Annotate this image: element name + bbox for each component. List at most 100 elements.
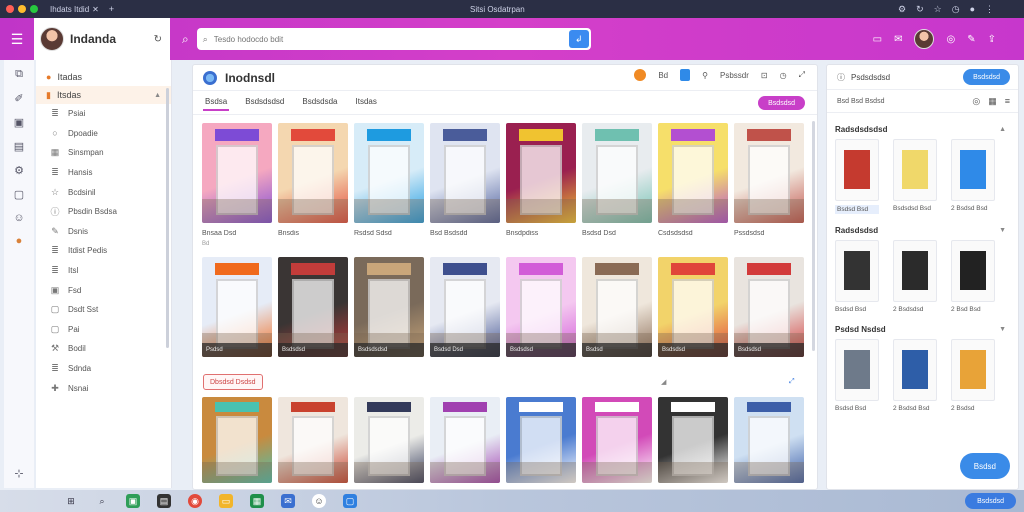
list-view-icon[interactable]: ≡ [1005,96,1010,107]
filter-label[interactable]: Bsd Bsd Bsdsd [837,98,884,105]
filter-icon[interactable]: ⚲ [702,71,708,80]
sidebar-item[interactable]: ▦ Sinsmpan [36,143,171,163]
right-item-thumbnail[interactable] [893,240,937,302]
tab-1[interactable]: Bsdsdsdsd [243,94,286,111]
product-thumbnail[interactable]: Bsdsdsd [734,257,804,357]
right-item[interactable]: Bsdsd Bsd [835,339,879,412]
sidebar-head[interactable]: ● Itadas [36,68,171,86]
sidebar-scrollbar[interactable] [166,88,169,348]
calendar-icon[interactable]: ▣ [14,116,24,129]
section-tag[interactable]: Dbsdsd Dsdsd [203,374,263,390]
action-pill-button[interactable]: Bsdsdsd [758,96,805,110]
search-input[interactable] [213,34,554,44]
product-thumbnail[interactable]: Bsdsdsdsd [354,257,424,357]
orange-tool-icon[interactable] [634,69,647,81]
assistant-icon[interactable]: ☺ [312,494,326,508]
right-item-thumbnail[interactable] [951,240,995,302]
right-primary-button[interactable]: Bsdsdsd [963,69,1010,85]
sidebar-item[interactable]: ≣ Sdnda [36,359,171,379]
right-item-thumbnail[interactable] [951,139,995,201]
sidebar-item[interactable]: ≣ Itdist Pedis [36,241,171,261]
browser-tab[interactable]: Ihdats Itdid ✕ [50,5,99,14]
tool-label-b[interactable]: Psbssdr [720,71,749,80]
product-card[interactable] [354,397,424,489]
sidebar-item[interactable]: ☆ Bcdsinil [36,182,171,202]
product-card[interactable]: Bnsdis [278,123,348,249]
product-card[interactable]: Bsdsdsdsd [354,257,424,357]
right-item[interactable]: 2 Bsdsd [951,339,995,412]
sidebar-item[interactable]: ≣ Hansis [36,163,171,183]
product-thumbnail[interactable] [202,397,272,483]
right-item-thumbnail[interactable] [893,139,937,201]
close-window-button[interactable] [6,5,14,13]
product-thumbnail[interactable]: Bsdsdsd [278,257,348,357]
sidebar-item[interactable]: ✚ Nsnai [36,378,171,398]
sidebar-item[interactable]: ≣ Psiai [36,104,171,124]
tool-label-a[interactable]: Bd [658,71,668,80]
new-tab-icon[interactable]: + [109,4,114,14]
product-thumbnail[interactable] [430,123,500,223]
expand-icon[interactable]: ⤢ [799,70,805,80]
minimize-window-button[interactable] [18,5,26,13]
right-section-title[interactable]: Radsdsdsd ▼ [827,220,1018,240]
brush-icon[interactable]: ✐ [14,92,23,105]
chat-icon[interactable]: ◎ [946,34,955,45]
chevron-icon[interactable]: ▼ [999,326,1006,333]
section-action-icon[interactable]: ⤢ [789,378,795,386]
product-thumbnail[interactable] [506,123,576,223]
hamburger-menu-icon[interactable]: ☰ [0,18,34,60]
main-scrollbar[interactable] [812,121,815,351]
share-icon[interactable]: ⇪ [988,34,996,45]
browser-icon[interactable]: ◉ [188,494,202,508]
right-item[interactable]: 2 Bsd Bsd [951,240,995,313]
refresh-icon[interactable]: ↻ [916,4,924,15]
sort-icon[interactable]: ◎ [972,96,980,107]
product-thumbnail[interactable] [658,397,728,483]
sidebar-item[interactable]: ○ Dpoadie [36,124,171,144]
product-card[interactable]: Psdsd [202,257,272,357]
message-icon[interactable]: ▢ [14,188,24,201]
right-item-thumbnail[interactable] [835,139,879,201]
product-card[interactable]: Bsd Bsdsdd [430,123,500,249]
sidebar-item[interactable]: ⚒ Bodil [36,339,171,359]
link-icon[interactable]: ⊡ [761,71,768,80]
notifications-icon[interactable]: ✉ [894,34,902,45]
product-thumbnail[interactable] [354,397,424,483]
right-item[interactable]: Bsdsd Bsd [835,139,879,214]
product-thumbnail[interactable] [658,123,728,223]
sidebar-item[interactable]: ▢ Dsdt Sst [36,300,171,320]
product-thumbnail[interactable]: Psdsd [202,257,272,357]
product-thumbnail[interactable]: Bsdsd [582,257,652,357]
right-item[interactable]: Bsdsdsd Bsd [893,139,937,214]
sidebar-item[interactable]: ▢ Pai [36,320,171,340]
right-section-title[interactable]: Radsdsdsdsd ▲ [827,119,1018,139]
smile-icon[interactable]: ☺ [13,212,24,224]
add-icon[interactable]: ⊹ [14,467,23,480]
right-item[interactable]: 2 Bsdsd Bsd [951,139,995,214]
product-card[interactable]: Rsdsd Sdsd [354,123,424,249]
product-card[interactable]: Bsdsdsd [506,257,576,357]
tab-close-icon[interactable]: ✕ [92,5,99,14]
product-thumbnail[interactable] [734,397,804,483]
taskbar-search-icon[interactable]: ⌕ [95,494,109,508]
video-icon[interactable]: ▭ [873,34,882,45]
document-icon[interactable]: ▤ [14,140,24,153]
product-card[interactable]: Bsdsdsd [658,257,728,357]
right-item-thumbnail[interactable] [951,339,995,401]
mail-icon[interactable]: ✉ [281,494,295,508]
product-card[interactable]: Bnsdpdiss [506,123,576,249]
product-card[interactable]: Bsdsd Dsd [582,123,652,249]
app-green-icon[interactable]: ▣ [126,494,140,508]
product-card[interactable]: Bsdsdsd [734,257,804,357]
product-thumbnail[interactable]: Bsdsdsd [506,257,576,357]
chevron-up-icon[interactable]: ▲ [154,92,161,99]
product-thumbnail[interactable] [506,397,576,483]
search-submit-button[interactable]: ↲ [568,30,589,48]
chevron-icon[interactable]: ▼ [999,227,1006,234]
sidebar-item[interactable]: ✎ Dsnis [36,222,171,242]
floating-action-button[interactable]: Bsdsd [959,453,1010,479]
product-card[interactable] [278,397,348,489]
product-card[interactable] [506,397,576,489]
gear-icon[interactable]: ⚙ [14,164,24,177]
product-thumbnail[interactable] [582,123,652,223]
